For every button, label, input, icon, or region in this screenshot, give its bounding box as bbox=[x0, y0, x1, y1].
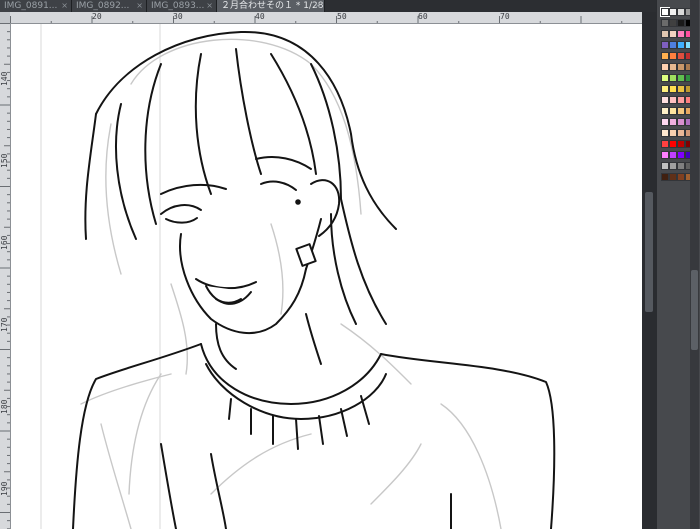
color-swatch[interactable] bbox=[669, 107, 677, 115]
color-swatch[interactable] bbox=[669, 151, 677, 159]
color-swatch[interactable] bbox=[677, 85, 685, 93]
ruler-label: 30 bbox=[173, 12, 183, 21]
color-swatch[interactable] bbox=[661, 107, 669, 115]
ruler-ticks bbox=[0, 23, 10, 529]
tab-label: IMG_0893... bbox=[151, 1, 205, 11]
color-swatch[interactable] bbox=[669, 140, 677, 148]
tab-img-0892[interactable]: IMG_0892... × bbox=[72, 0, 147, 12]
color-swatch[interactable] bbox=[677, 173, 685, 181]
close-icon[interactable]: × bbox=[136, 0, 143, 12]
color-swatch[interactable] bbox=[661, 118, 669, 126]
color-swatch[interactable] bbox=[660, 7, 670, 17]
vertical-ruler[interactable]: 140 150 160 170 180 190 bbox=[0, 23, 11, 529]
tab-label: ２月合わせその１ * 1/28 bbox=[221, 1, 324, 11]
color-swatch[interactable] bbox=[669, 74, 677, 82]
color-swatch[interactable] bbox=[661, 140, 669, 148]
ruler-label: 190 bbox=[0, 481, 9, 496]
close-icon[interactable]: × bbox=[61, 0, 68, 12]
color-swatch[interactable] bbox=[677, 140, 685, 148]
color-swatch[interactable] bbox=[669, 85, 677, 93]
color-swatch[interactable] bbox=[661, 30, 669, 38]
color-swatch[interactable] bbox=[677, 30, 685, 38]
color-swatch[interactable] bbox=[677, 96, 685, 104]
close-icon[interactable]: × bbox=[206, 0, 213, 12]
ruler-label: 70 bbox=[500, 12, 510, 21]
color-swatch[interactable] bbox=[661, 162, 669, 170]
color-swatch[interactable] bbox=[677, 41, 685, 49]
ruler-label: 50 bbox=[337, 12, 347, 21]
color-swatch[interactable] bbox=[661, 52, 669, 60]
color-swatch[interactable] bbox=[677, 162, 685, 170]
ruler-corner bbox=[0, 12, 10, 23]
color-swatch[interactable] bbox=[677, 151, 685, 159]
color-swatch[interactable] bbox=[669, 30, 677, 38]
color-swatch[interactable] bbox=[661, 96, 669, 104]
tab-img-0893[interactable]: IMG_0893... × bbox=[147, 0, 217, 12]
drawing-canvas[interactable] bbox=[11, 24, 642, 529]
scrollbar-thumb[interactable] bbox=[691, 270, 698, 350]
document-tab-bar: IMG_0891... × IMG_0892... × IMG_0893... … bbox=[0, 0, 656, 12]
color-swatch[interactable] bbox=[677, 74, 685, 82]
color-swatch[interactable] bbox=[661, 173, 669, 181]
color-swatch[interactable] bbox=[669, 41, 677, 49]
color-swatch[interactable] bbox=[677, 118, 685, 126]
color-swatch[interactable] bbox=[669, 173, 677, 181]
ruler-label: 160 bbox=[0, 235, 9, 250]
color-swatch[interactable] bbox=[677, 8, 685, 16]
color-swatch[interactable] bbox=[677, 52, 685, 60]
color-swatch[interactable] bbox=[661, 74, 669, 82]
color-swatch[interactable] bbox=[677, 129, 685, 137]
color-swatch[interactable] bbox=[661, 41, 669, 49]
color-swatch[interactable] bbox=[669, 96, 677, 104]
color-swatch[interactable] bbox=[669, 129, 677, 137]
ruler-label: 140 bbox=[0, 71, 9, 86]
tab-label: IMG_0891... bbox=[4, 1, 58, 11]
horizontal-ruler[interactable]: 20 30 40 50 60 70 bbox=[10, 12, 642, 24]
ruler-label: 180 bbox=[0, 399, 9, 414]
canvas-vertical-scrollbar[interactable] bbox=[642, 12, 656, 529]
color-swatch[interactable] bbox=[661, 151, 669, 159]
color-swatch[interactable] bbox=[661, 129, 669, 137]
ruler-label: 20 bbox=[92, 12, 102, 21]
line-art bbox=[40, 24, 556, 529]
color-swatch[interactable] bbox=[677, 19, 685, 27]
color-swatch[interactable] bbox=[669, 162, 677, 170]
color-swatch[interactable] bbox=[661, 19, 669, 27]
ruler-label: 170 bbox=[0, 317, 9, 332]
palette-scrollbar[interactable] bbox=[690, 0, 699, 529]
ruler-label: 40 bbox=[255, 12, 265, 21]
ruler-ticks bbox=[10, 16, 623, 23]
sketch-layer bbox=[80, 38, 502, 529]
tab-img-0891[interactable]: IMG_0891... × bbox=[0, 0, 72, 12]
ink-layer bbox=[72, 30, 556, 529]
ruler-label: 60 bbox=[418, 12, 428, 21]
color-swatch[interactable] bbox=[669, 52, 677, 60]
color-swatch[interactable] bbox=[661, 85, 669, 93]
color-swatch[interactable] bbox=[677, 63, 685, 71]
scrollbar-thumb[interactable] bbox=[645, 192, 653, 312]
color-swatch[interactable] bbox=[661, 63, 669, 71]
tab-label: IMG_0892... bbox=[76, 1, 130, 11]
color-swatch[interactable] bbox=[669, 19, 677, 27]
color-swatch[interactable] bbox=[669, 118, 677, 126]
color-swatch[interactable] bbox=[669, 63, 677, 71]
tab-active-document[interactable]: ２月合わせその１ * 1/28 × bbox=[217, 0, 325, 12]
color-swatch[interactable] bbox=[669, 8, 677, 16]
ruler-label: 150 bbox=[0, 153, 9, 168]
color-swatch[interactable] bbox=[677, 107, 685, 115]
close-icon[interactable]: × bbox=[314, 0, 321, 12]
